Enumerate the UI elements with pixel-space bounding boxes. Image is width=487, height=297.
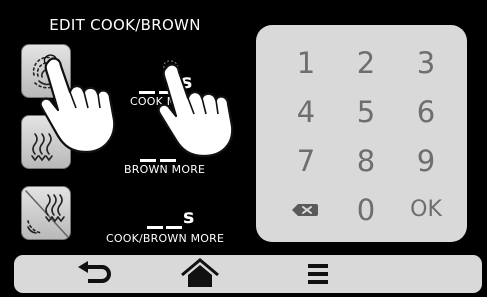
back-arrow-icon xyxy=(78,261,111,283)
pointing-hand-icon xyxy=(39,54,116,154)
cook-brown-more-icon xyxy=(25,190,69,238)
menu-icon xyxy=(308,264,328,284)
key-4[interactable]: 4 xyxy=(276,92,336,132)
numeric-keypad: 1 2 3 4 5 6 7 8 9 0 OK xyxy=(256,25,467,242)
bottom-nav-bar xyxy=(14,255,482,293)
key-5[interactable]: 5 xyxy=(336,92,396,132)
key-2[interactable]: 2 xyxy=(336,43,396,83)
key-6[interactable]: 6 xyxy=(396,92,456,132)
key-7[interactable]: 7 xyxy=(276,141,336,181)
page-title: EDIT COOK/BROWN xyxy=(49,16,201,34)
home-icon xyxy=(181,258,219,287)
screen: EDIT COOK/BROWN s COOK MORE BROWN MORE s… xyxy=(0,0,487,296)
key-0[interactable]: 0 xyxy=(336,190,396,230)
pointing-hand-icon-2 xyxy=(157,60,234,158)
cook-brown-more-underline xyxy=(147,226,163,229)
cook-brown-more-value-unit[interactable]: s xyxy=(183,206,195,228)
brown-more-label: BROWN MORE xyxy=(124,163,206,176)
cook-brown-more-label: COOK/BROWN MORE xyxy=(106,232,225,245)
key-1[interactable]: 1 xyxy=(276,43,336,83)
key-3[interactable]: 3 xyxy=(396,43,456,83)
ok-button[interactable]: OK xyxy=(396,190,456,230)
backspace-icon xyxy=(292,204,318,216)
key-8[interactable]: 8 xyxy=(336,141,396,181)
backspace-button[interactable] xyxy=(276,190,336,230)
key-9[interactable]: 9 xyxy=(396,141,456,181)
back-button[interactable] xyxy=(64,255,124,293)
cook-brown-more-underline-2 xyxy=(166,226,182,229)
home-button[interactable] xyxy=(170,255,230,293)
cook-brown-more-button[interactable] xyxy=(21,186,71,240)
menu-button[interactable] xyxy=(290,255,350,293)
